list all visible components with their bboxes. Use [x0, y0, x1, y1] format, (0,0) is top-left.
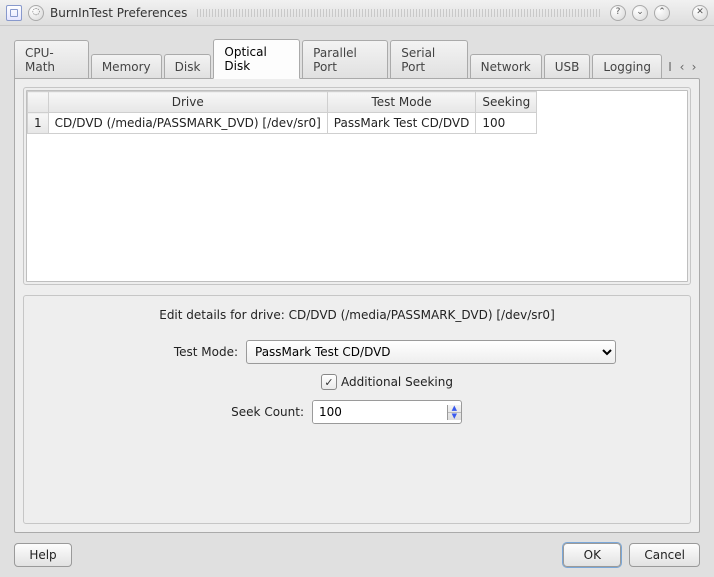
tab-scroll-right[interactable]: ›: [688, 60, 700, 74]
window-title: BurnInTest Preferences: [50, 6, 187, 20]
cell-drive: CD/DVD (/media/PASSMARK_DVD) [/dev/sr0]: [48, 113, 327, 134]
titlebar-decoration: [197, 9, 600, 17]
seek-count-down[interactable]: ▼: [448, 412, 461, 420]
maximize-button[interactable]: ⌃: [654, 5, 670, 21]
edit-details-title: Edit details for drive: CD/DVD (/media/P…: [34, 308, 680, 322]
tab-memory[interactable]: Memory: [91, 54, 162, 79]
tab-serial-port[interactable]: Serial Port: [390, 40, 467, 79]
help-button-bottom[interactable]: Help: [14, 543, 72, 567]
tab-usb[interactable]: USB: [544, 54, 591, 79]
cancel-button[interactable]: Cancel: [629, 543, 700, 567]
additional-seeking-label: Additional Seeking: [341, 375, 453, 389]
test-mode-select[interactable]: PassMark Test CD/DVD: [246, 340, 616, 364]
tab-logging[interactable]: Logging: [592, 54, 662, 79]
seek-count-label: Seek Count:: [104, 405, 304, 419]
tab-overflow-peek: I: [664, 60, 676, 74]
tab-scroll-left[interactable]: ‹: [676, 60, 688, 74]
col-header-test-mode[interactable]: Test Mode: [327, 92, 476, 113]
dialog-button-row: Help OK Cancel: [14, 533, 700, 567]
help-button[interactable]: ?: [610, 5, 626, 21]
seek-count-stepper[interactable]: ▲ ▼: [312, 400, 462, 424]
drive-table: Drive Test Mode Seeking 1 CD/DVD (/media…: [27, 91, 537, 134]
seek-count-input[interactable]: [313, 401, 447, 423]
shade-button[interactable]: ⌄: [632, 5, 648, 21]
tab-network[interactable]: Network: [470, 54, 542, 79]
col-header-seeking[interactable]: Seeking: [476, 92, 537, 113]
row-number: 1: [28, 113, 49, 134]
drive-table-panel: Drive Test Mode Seeking 1 CD/DVD (/media…: [23, 87, 691, 285]
cell-seeking: 100: [476, 113, 537, 134]
ok-button[interactable]: OK: [563, 543, 621, 567]
tab-overflow: I ‹ ›: [664, 60, 700, 78]
app-icon: [6, 5, 22, 21]
tab-strip: CPU-Math Memory Disk Optical Disk Parall…: [14, 38, 700, 78]
tab-disk[interactable]: Disk: [164, 54, 212, 79]
tab-parallel-port[interactable]: Parallel Port: [302, 40, 388, 79]
tab-cpu-math[interactable]: CPU-Math: [14, 40, 89, 79]
close-button[interactable]: ✕: [692, 5, 708, 21]
col-header-drive[interactable]: Drive: [48, 92, 327, 113]
table-row[interactable]: 1 CD/DVD (/media/PASSMARK_DVD) [/dev/sr0…: [28, 113, 537, 134]
table-corner: [28, 92, 49, 113]
window-titlebar: ◌ BurnInTest Preferences ? ⌄ ⌃ ✕: [0, 0, 714, 26]
additional-seeking-checkbox[interactable]: ✓: [321, 374, 337, 390]
window-menu-button[interactable]: ◌: [28, 5, 44, 21]
drive-table-wrap: Drive Test Mode Seeking 1 CD/DVD (/media…: [26, 90, 688, 282]
tab-optical-disk[interactable]: Optical Disk: [213, 39, 300, 79]
tab-page-optical-disk: Drive Test Mode Seeking 1 CD/DVD (/media…: [14, 78, 700, 533]
edit-details-panel: Edit details for drive: CD/DVD (/media/P…: [23, 295, 691, 524]
seek-count-up[interactable]: ▲: [448, 405, 461, 412]
test-mode-label: Test Mode:: [98, 345, 238, 359]
cell-test-mode: PassMark Test CD/DVD: [327, 113, 476, 134]
